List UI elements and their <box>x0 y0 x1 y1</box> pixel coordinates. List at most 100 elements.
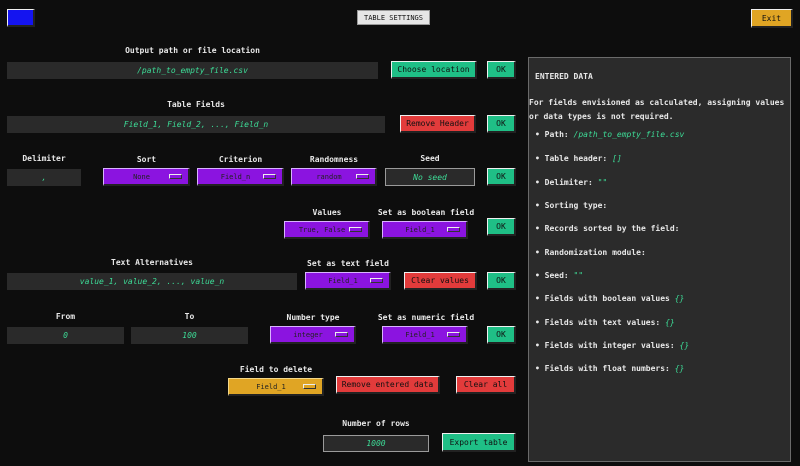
dropdown-indicator-icon <box>447 227 460 232</box>
options-ok-button[interactable]: OK <box>487 168 516 186</box>
field-to-delete-label: Field to delete <box>239 365 313 374</box>
text-field-dropdown[interactable]: Field_1 <box>305 272 391 290</box>
export-table-button[interactable]: Export table <box>442 433 516 452</box>
table-fields-label: Table Fields <box>167 100 225 109</box>
boolean-values-value: True, False <box>298 225 346 234</box>
entered-data-item: • Records sorted by the field: <box>535 224 680 233</box>
clear-values-button[interactable]: Clear values <box>404 272 477 290</box>
number-of-rows-field[interactable]: 1000 <box>323 435 429 452</box>
text-alternatives-label: Text Alternatives <box>111 258 193 267</box>
entered-data-item-label: • Fields with integer values: <box>535 341 675 350</box>
entered-data-item-label: • Records sorted by the field: <box>535 224 680 233</box>
to-field[interactable]: 100 <box>131 327 248 344</box>
window-title: TABLE SETTINGS <box>357 10 430 25</box>
numeric-ok-button[interactable]: OK <box>487 326 516 344</box>
dropdown-indicator-icon <box>447 332 460 337</box>
numeric-field-value: Field_1 <box>405 330 435 339</box>
entered-data-item-label: • Path: <box>535 130 569 139</box>
entered-data-item-label: • Seed: <box>535 271 569 280</box>
entered-data-item-value: {} <box>665 318 675 327</box>
entered-data-item-label: • Fields with text values: <box>535 318 661 327</box>
delimiter-label: Delimiter <box>22 154 66 163</box>
criterion-value: Field_n <box>220 172 251 181</box>
output-path-label: Output path or file location <box>125 46 260 55</box>
entered-data-item-value: {} <box>679 341 690 350</box>
entered-data-item-value: [] <box>612 154 622 163</box>
entered-data-item-value: {} <box>674 364 685 373</box>
sort-dropdown[interactable]: None <box>103 168 190 186</box>
entered-data-item-label: • Delimiter: <box>535 178 593 187</box>
blue-square-icon[interactable] <box>7 9 35 27</box>
entered-data-title: ENTERED DATA <box>535 72 593 81</box>
boolean-ok-button[interactable]: OK <box>487 218 516 236</box>
randomness-value: random <box>316 172 342 181</box>
boolean-field-value: Field_1 <box>405 225 435 234</box>
dropdown-indicator-icon <box>263 174 276 179</box>
remove-header-button[interactable]: Remove Header <box>400 115 476 133</box>
randomness-dropdown[interactable]: random <box>291 168 377 186</box>
entered-data-item: • Fields with boolean values {} <box>535 294 684 303</box>
entered-data-item: • Fields with float numbers: {} <box>535 364 684 373</box>
clear-all-button[interactable]: Clear all <box>456 376 516 394</box>
entered-data-item: • Sorting type: <box>535 201 607 210</box>
entered-data-item-label: • Fields with boolean values <box>535 294 670 303</box>
sort-label: Sort <box>136 155 157 164</box>
delimiter-field[interactable]: , <box>7 169 81 186</box>
randomness-label: Randomness <box>309 155 359 164</box>
dropdown-indicator-icon <box>169 174 182 179</box>
entered-data-item-label: • Fields with float numbers: <box>535 364 670 373</box>
output-ok-button[interactable]: OK <box>487 61 516 79</box>
entered-data-panel: ENTERED DATA For fields envisioned as ca… <box>528 57 791 462</box>
entered-data-note: For fields envisioned as calculated, ass… <box>529 98 785 121</box>
numeric-field-dropdown[interactable]: Field_1 <box>382 326 468 344</box>
entered-data-item: • Fields with text values: {} <box>535 318 675 327</box>
choose-location-button[interactable]: Choose location <box>391 61 477 79</box>
exit-button[interactable]: Exit <box>751 9 793 28</box>
from-label: From <box>55 312 76 321</box>
table-fields-ok-button[interactable]: OK <box>487 115 516 133</box>
boolean-values-dropdown[interactable]: True, False <box>284 221 370 239</box>
output-path-field[interactable]: /path_to_empty_file.csv <box>7 62 378 79</box>
boolean-field-dropdown[interactable]: Field_1 <box>382 221 468 239</box>
number-type-label: Number type <box>286 313 340 322</box>
entered-data-item-value: "" <box>597 178 608 187</box>
dropdown-indicator-icon <box>303 384 316 389</box>
criterion-dropdown[interactable]: Field_n <box>197 168 284 186</box>
boolean-field-label: Set as boolean field <box>377 208 475 217</box>
entered-data-item-value: /path_to_empty_file.csv <box>573 130 685 139</box>
criterion-label: Criterion <box>218 155 263 164</box>
field-to-delete-value: Field_1 <box>256 382 286 391</box>
field-to-delete-dropdown[interactable]: Field_1 <box>228 378 324 396</box>
table-fields-field[interactable]: Field_1, Field_2, ..., Field_n <box>7 116 385 133</box>
entered-data-item: • Table header: [] <box>535 154 622 163</box>
numeric-field-label: Set as numeric field <box>377 313 475 322</box>
number-type-value: integer <box>293 330 323 339</box>
entered-data-item-label: • Randomization module: <box>535 248 646 257</box>
text-field-value: Field_1 <box>328 276 358 285</box>
number-type-dropdown[interactable]: integer <box>270 326 356 344</box>
dropdown-indicator-icon <box>356 174 369 179</box>
boolean-values-label: Values <box>312 208 342 217</box>
dropdown-indicator-icon <box>335 332 348 337</box>
remove-entered-data-button[interactable]: Remove entered data <box>336 376 440 394</box>
entered-data-item-label: • Sorting type: <box>535 201 608 210</box>
number-of-rows-label: Number of rows <box>342 419 410 428</box>
text-ok-button[interactable]: OK <box>487 272 516 290</box>
dropdown-indicator-icon <box>370 278 383 283</box>
sort-value: None <box>133 172 150 181</box>
to-label: To <box>184 312 195 321</box>
text-alternatives-field[interactable]: value_1, value_2, ..., value_n <box>7 273 297 290</box>
from-field[interactable]: 0 <box>7 327 124 344</box>
seed-label: Seed <box>420 154 440 163</box>
dropdown-indicator-icon <box>349 227 362 232</box>
entered-data-item-value: "" <box>573 271 584 280</box>
entered-data-item: • Seed: "" <box>535 271 583 280</box>
entered-data-item-label: • Table header: <box>535 154 608 163</box>
entered-data-item-value: {} <box>674 294 685 303</box>
seed-field[interactable]: No seed <box>385 168 475 186</box>
entered-data-item: • Path: /path_to_empty_file.csv <box>535 130 684 139</box>
entered-data-item: • Randomization module: <box>535 248 646 257</box>
text-field-label: Set as text field <box>307 259 389 268</box>
entered-data-item: • Fields with integer values: {} <box>535 341 689 350</box>
entered-data-item: • Delimiter: "" <box>535 178 607 187</box>
